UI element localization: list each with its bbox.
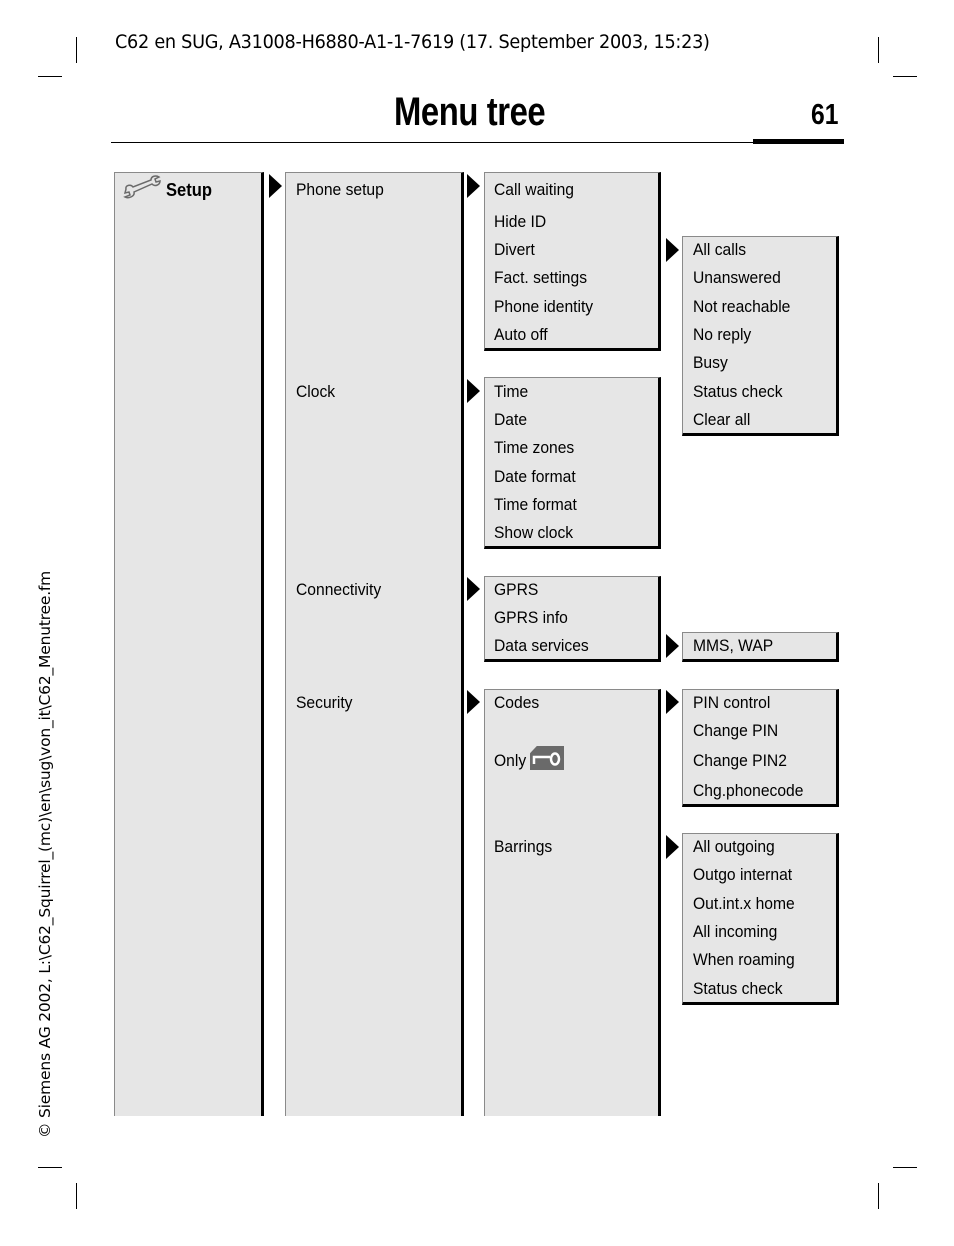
triangle-right-icon [467, 174, 480, 198]
menu-item-date[interactable]: Date [494, 410, 527, 430]
menu-item-outgo-internat[interactable]: Outgo internat [693, 865, 792, 885]
key-icon [530, 746, 564, 770]
menu-item-not-reachable[interactable]: Not reachable [693, 297, 790, 317]
menu-item-auto-off[interactable]: Auto off [494, 325, 548, 345]
menu-item-data-services[interactable]: Data services [494, 636, 589, 656]
menu-item-pin-control[interactable]: PIN control [693, 693, 770, 713]
menu-item-barrings[interactable]: Barrings [494, 837, 552, 857]
document-header: C62 en SUG, A31008-H6880-A1-1-7619 (17. … [115, 31, 710, 53]
menu-item-codes[interactable]: Codes [494, 693, 539, 713]
menu-item-hide-id[interactable]: Hide ID [494, 212, 546, 232]
menu-item-security[interactable]: Security [296, 693, 353, 713]
menu-item-all-outgoing[interactable]: All outgoing [693, 837, 775, 857]
wrench-icon [123, 175, 161, 199]
menu-item-gprs-info[interactable]: GPRS info [494, 608, 568, 628]
menu-item-time-zones[interactable]: Time zones [494, 438, 574, 458]
menu-item-clock[interactable]: Clock [296, 382, 335, 402]
menu-item-phone-setup[interactable]: Phone setup [296, 180, 384, 200]
crop-mark [878, 1183, 879, 1209]
column-level1 [285, 172, 464, 1116]
menu-item-call-waiting[interactable]: Call waiting [494, 180, 574, 200]
menu-item-phone-identity[interactable]: Phone identity [494, 297, 593, 317]
menu-root-setup[interactable]: Setup [166, 180, 212, 201]
triangle-right-icon [467, 690, 480, 714]
menu-item-date-format[interactable]: Date format [494, 467, 576, 487]
menu-item-change-pin[interactable]: Change PIN [693, 721, 778, 741]
menu-item-no-reply[interactable]: No reply [693, 325, 751, 345]
menu-item-unanswered[interactable]: Unanswered [693, 268, 781, 288]
menu-item-change-pin2[interactable]: Change PIN2 [693, 751, 787, 771]
triangle-right-icon [666, 690, 679, 714]
menu-item-status-check[interactable]: Status check [693, 382, 783, 402]
crop-mark [38, 1167, 62, 1168]
triangle-right-icon [269, 174, 282, 198]
menu-item-clear-all[interactable]: Clear all [693, 410, 750, 430]
menu-item-only-label: Only [494, 751, 527, 770]
title-rule-thick [753, 139, 844, 144]
triangle-right-icon [467, 577, 480, 601]
menu-item-divert[interactable]: Divert [494, 240, 535, 260]
triangle-right-icon [467, 379, 480, 403]
triangle-right-icon [666, 634, 679, 658]
menu-item-all-incoming[interactable]: All incoming [693, 922, 777, 942]
crop-mark [893, 76, 917, 77]
menu-item-gprs[interactable]: GPRS [494, 580, 538, 600]
title-rule [111, 142, 754, 143]
menu-item-fact-settings[interactable]: Fact. settings [494, 268, 587, 288]
menu-item-all-calls[interactable]: All calls [693, 240, 746, 260]
crop-mark [76, 1183, 77, 1209]
crop-mark [38, 76, 62, 77]
menu-item-time[interactable]: Time [494, 382, 528, 402]
triangle-right-icon [666, 238, 679, 262]
page-number: 61 [811, 99, 839, 131]
menu-item-chg-phonecode[interactable]: Chg.phonecode [693, 781, 803, 801]
triangle-right-icon [666, 835, 679, 859]
copyright-side-note: © Siemens AG 2002, L:\C62_Squirrel_(mc)\… [36, 570, 54, 1138]
menu-item-barrings-status-check[interactable]: Status check [693, 979, 783, 999]
crop-mark [893, 1167, 917, 1168]
column-setup [114, 172, 264, 1116]
menu-item-busy[interactable]: Busy [693, 353, 728, 373]
menu-item-when-roaming[interactable]: When roaming [693, 950, 795, 970]
menu-item-mms-wap[interactable]: MMS, WAP [693, 636, 773, 656]
crop-mark [76, 37, 77, 63]
crop-mark [878, 37, 879, 63]
menu-item-connectivity[interactable]: Connectivity [296, 580, 381, 600]
menu-item-out-int-x-home[interactable]: Out.int.x home [693, 894, 795, 914]
menu-item-time-format[interactable]: Time format [494, 495, 577, 515]
page-title: Menu tree [394, 90, 546, 134]
menu-item-show-clock[interactable]: Show clock [494, 523, 573, 543]
